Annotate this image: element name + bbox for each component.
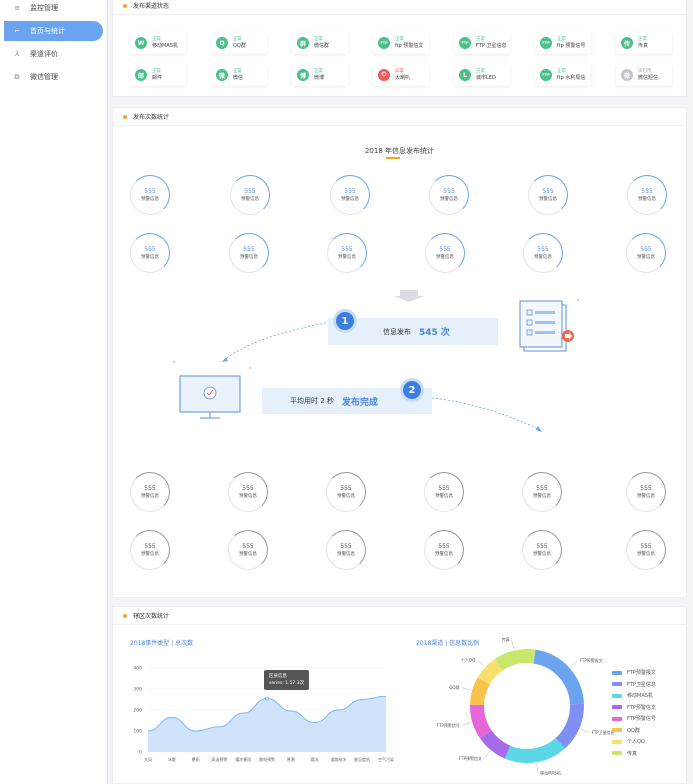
legend-swatch xyxy=(612,705,622,709)
label-leader xyxy=(580,728,590,733)
label-leader xyxy=(536,763,539,774)
donut-slice xyxy=(494,649,536,671)
donut-slice xyxy=(504,737,565,763)
legend-swatch xyxy=(612,728,622,732)
legend-label: FTP卫星信息 xyxy=(627,681,656,688)
label-leader xyxy=(461,722,472,726)
legend-label: FTP预警报文 xyxy=(627,670,656,676)
legend-item[interactable]: FTP预警信文 xyxy=(612,704,656,711)
legend-item[interactable]: 传真 xyxy=(612,750,637,757)
legend-label: FTP预警信文 xyxy=(627,704,656,711)
slice-label: FTP预警信号 xyxy=(437,722,460,728)
legend-label: 传真 xyxy=(627,750,638,757)
label-leader xyxy=(570,660,578,668)
legend-label: FTP预警信号 xyxy=(627,716,656,722)
label-leader xyxy=(461,687,472,691)
legend-swatch xyxy=(612,682,622,686)
legend-label: 移动MAS机 xyxy=(627,693,653,699)
slice-label: 移动MAS机 xyxy=(540,770,561,776)
slice-label: FTP预警报文 xyxy=(580,657,603,663)
label-leader xyxy=(476,659,485,667)
legend-label: QQ群 xyxy=(627,727,640,734)
slice-label: QQ群 xyxy=(449,684,459,690)
slice-label: 个人QQ xyxy=(461,657,475,662)
legend-swatch xyxy=(612,739,622,744)
legend-item[interactable]: 移动MAS机 xyxy=(612,692,653,699)
donut-slice xyxy=(555,703,584,749)
legend-swatch xyxy=(612,716,622,721)
donut-slice xyxy=(470,704,492,739)
label-leader xyxy=(511,639,515,650)
donut-chart: FTP预警报文FTP卫星信息移动MAS机FTP预警信文FTP预警信号QQ群个人Q… xyxy=(437,636,615,776)
legend-label: 个人QQ xyxy=(627,739,645,745)
slice-label: FTP预警信文 xyxy=(459,755,482,761)
legend-swatch xyxy=(612,751,622,755)
legend-item[interactable]: FTP预警报文 xyxy=(612,669,656,676)
legend-item[interactable]: 个人QQ xyxy=(612,738,645,745)
label-leader xyxy=(483,750,491,759)
legend-item[interactable]: QQ群 xyxy=(612,727,640,734)
slice-label: 传真 xyxy=(502,636,510,642)
legend-swatch xyxy=(612,670,622,675)
donut-slice xyxy=(533,649,584,705)
donut-slice xyxy=(477,659,503,685)
donut-slice xyxy=(470,677,490,706)
donut-slice xyxy=(480,730,511,759)
legend-item[interactable]: FTP卫星信息 xyxy=(612,681,656,688)
legend-item[interactable]: FTP预警信号 xyxy=(612,715,656,722)
legend-swatch xyxy=(612,693,622,698)
